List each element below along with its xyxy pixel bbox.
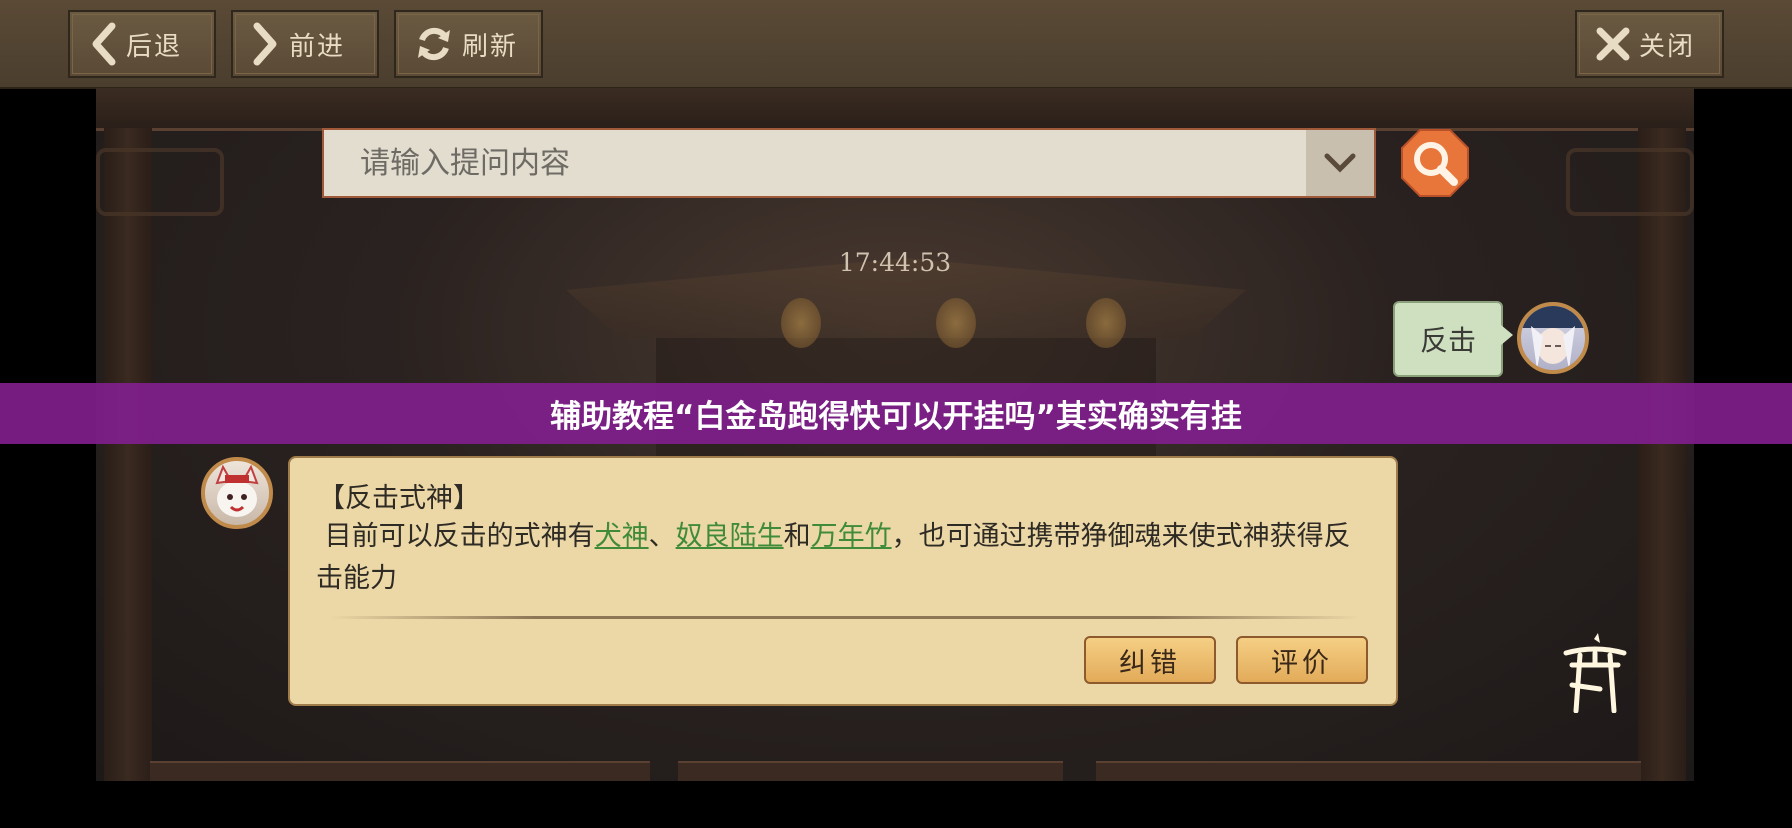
frame-left-bracket (96, 148, 224, 216)
card-divider (330, 616, 1360, 619)
close-label: 关闭 (1639, 31, 1696, 62)
chevron-down-icon (1324, 153, 1356, 173)
answer-separator: 和 (783, 521, 811, 552)
search-icon (1401, 129, 1469, 197)
back-button[interactable]: 后退 (68, 10, 216, 78)
frame-top-beam (96, 88, 1694, 131)
chevron-left-icon (92, 22, 116, 66)
answer-separator: 、 (648, 521, 676, 552)
forward-button[interactable]: 前进 (231, 10, 379, 78)
search-dropdown-button[interactable] (1306, 130, 1374, 196)
assistant-answer-card: 【反击式神】 目前可以反击的式神有犬神、奴良陆生和万年竹，也可通过携带狰御魂来使… (288, 456, 1398, 706)
background-lantern (936, 298, 976, 348)
link-nura-rikuo[interactable]: 奴良陆生 (676, 521, 784, 552)
assistant-avatar-portrait-icon (215, 464, 259, 517)
message-timestamp: 17:44:53 (838, 248, 952, 277)
background-lantern (1086, 298, 1126, 348)
user-avatar[interactable] (1517, 302, 1589, 374)
browser-toolbar: 后退 前进 刷新 关闭 (0, 0, 1792, 89)
link-inugami[interactable]: 犬神 (595, 521, 649, 552)
user-message-text: 反击 (1419, 324, 1476, 357)
link-bamboo[interactable]: 万年竹 (811, 521, 892, 552)
chevron-right-icon (253, 22, 277, 66)
frame-right-bracket (1566, 148, 1694, 216)
background-lantern (781, 298, 821, 348)
search-bar (322, 128, 1376, 198)
frame-right-pillar (1638, 128, 1686, 781)
frame-floor-beam (678, 761, 1063, 781)
forward-label: 前进 (289, 31, 346, 62)
promo-banner: 辅助教程“白金岛跑得快可以开挂吗”其实确实有挂 (0, 383, 1792, 444)
close-button[interactable]: 关闭 (1575, 10, 1724, 78)
refresh-label: 刷新 (462, 31, 519, 62)
answer-body: 目前可以反击的式神有犬神、奴良陆生和万年竹，也可通过携带狰御魂来使式神获得反击能… (316, 516, 1376, 600)
refresh-button[interactable]: 刷新 (394, 10, 543, 78)
refresh-icon (418, 27, 450, 61)
back-label: 后退 (126, 31, 183, 62)
search-input[interactable] (324, 130, 1304, 196)
correct-error-button[interactable]: 纠错 (1084, 636, 1216, 684)
torii-gate-button[interactable] (1560, 633, 1630, 714)
frame-left-pillar (104, 128, 152, 781)
assistant-avatar[interactable] (201, 457, 273, 529)
torii-gate-icon (1563, 633, 1627, 714)
answer-title: 【反击式神】 (318, 483, 480, 514)
frame-floor-beam (150, 761, 650, 781)
answer-text-prefix: 目前可以反击的式神有 (324, 521, 595, 552)
close-icon (1596, 27, 1630, 61)
search-button[interactable] (1400, 128, 1470, 198)
user-avatar-portrait-icon (1521, 306, 1585, 370)
rate-button[interactable]: 评价 (1236, 636, 1368, 684)
frame-floor-beam (1096, 761, 1641, 781)
user-message-bubble: 反击 (1393, 301, 1513, 377)
